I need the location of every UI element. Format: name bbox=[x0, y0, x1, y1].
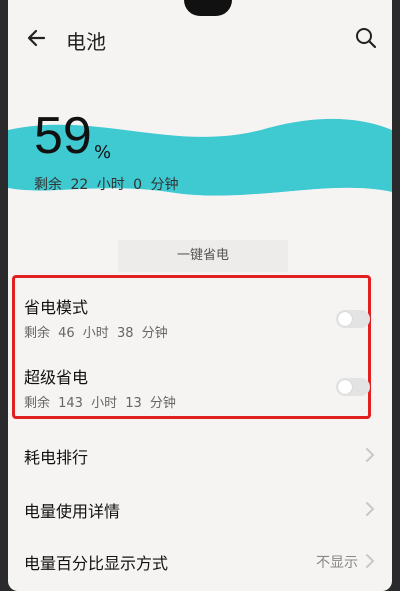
battery-percentage: 59 bbox=[34, 107, 92, 165]
back-arrow-icon[interactable] bbox=[24, 24, 52, 52]
battery-percentage-display-value: 不显示 bbox=[316, 555, 358, 571]
power-saving-mode-title: 省电模式 bbox=[24, 298, 89, 317]
power-usage-details-item[interactable]: 电量使用详情 bbox=[8, 486, 392, 532]
ultra-power-saving-title: 超级省电 bbox=[24, 368, 89, 387]
power-saving-mode-toggle[interactable] bbox=[336, 310, 370, 328]
ultra-power-saving-remaining: 剩余 143 小时 13 分钟 bbox=[24, 396, 176, 411]
chevron-right-icon bbox=[366, 554, 375, 568]
ultra-power-saving-row[interactable]: 超级省电 剩余 143 小时 13 分钟 bbox=[8, 360, 392, 420]
power-saving-mode-row[interactable]: 省电模式 剩余 46 小时 38 分钟 bbox=[8, 290, 392, 350]
percent-sign: % bbox=[94, 142, 112, 163]
battery-remaining-time: 剩余 22 小时 0 分钟 bbox=[34, 177, 179, 193]
battery-percentage-display-item[interactable]: 电量百分比显示方式 不显示 bbox=[8, 538, 392, 584]
camera-notch bbox=[184, 0, 232, 16]
app-bar: 电池 bbox=[8, 20, 392, 60]
power-consumption-ranking-label: 耗电排行 bbox=[24, 448, 89, 467]
power-saving-mode-remaining: 剩余 46 小时 38 分钟 bbox=[24, 326, 168, 341]
ultra-power-saving-toggle[interactable] bbox=[336, 378, 370, 396]
power-consumption-ranking-item[interactable]: 耗电排行 bbox=[8, 432, 392, 478]
page-title: 电池 bbox=[66, 30, 106, 54]
battery-settings-screen: 电池 59 % 剩余 22 小时 0 分钟 一键省电 省电模式 剩余 46 小时… bbox=[8, 0, 392, 591]
chevron-right-icon bbox=[366, 502, 375, 516]
battery-percentage-display-label: 电量百分比显示方式 bbox=[24, 554, 169, 573]
one-key-power-saving-header: 一键省电 bbox=[118, 240, 288, 272]
chevron-right-icon bbox=[366, 448, 375, 462]
search-icon[interactable] bbox=[352, 24, 380, 52]
power-usage-details-label: 电量使用详情 bbox=[24, 502, 121, 521]
